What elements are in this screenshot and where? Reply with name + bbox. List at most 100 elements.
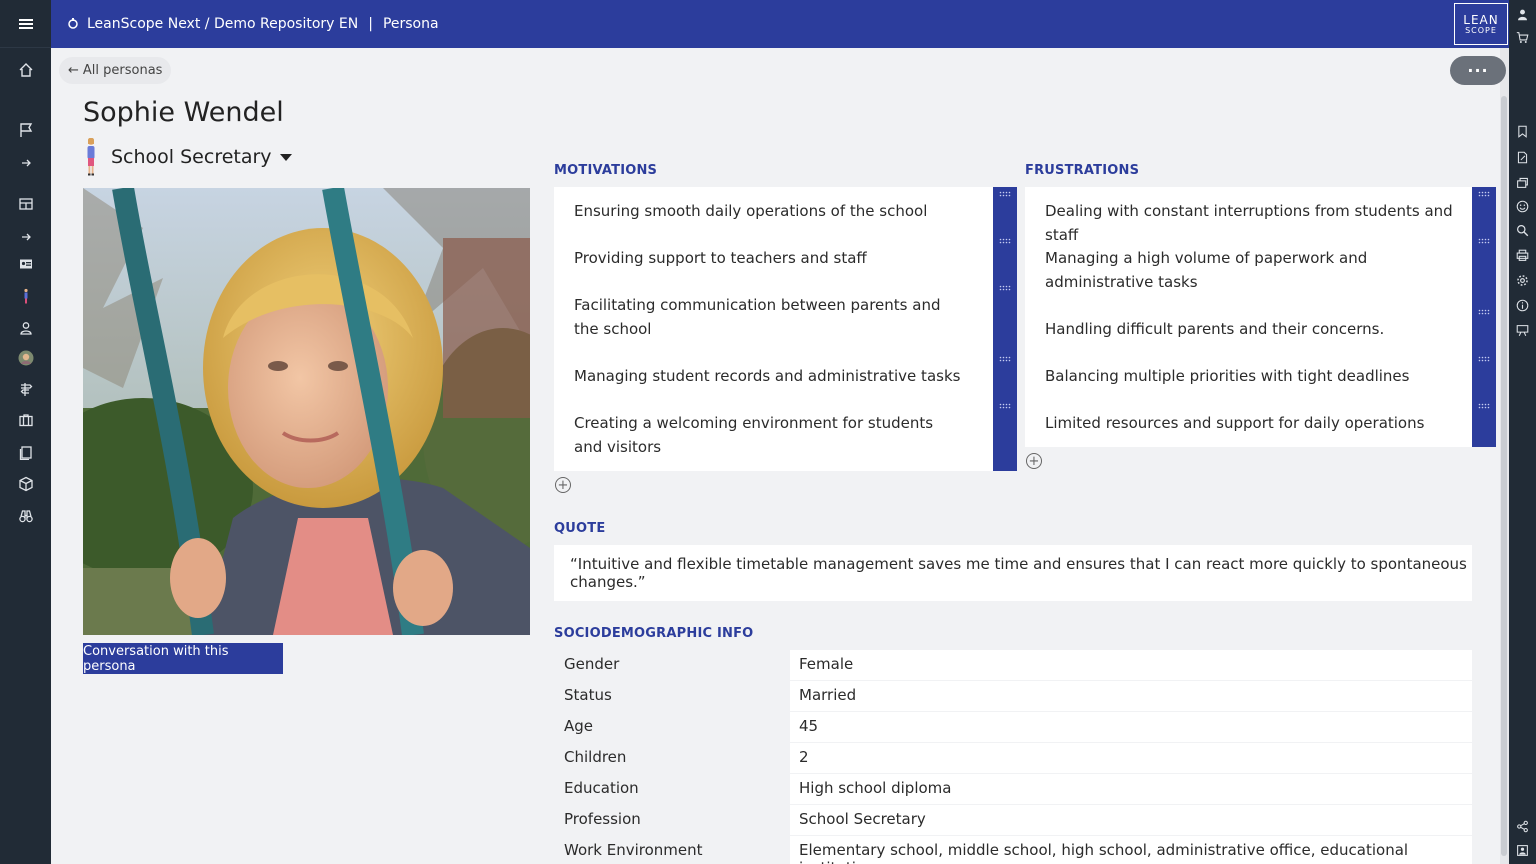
plus-icon: + [1028, 453, 1040, 469]
motivation-item[interactable]: Providing support to teachers and staff [574, 246, 994, 270]
plus-icon: + [557, 477, 569, 493]
sidebar-contacts[interactable] [0, 252, 51, 276]
home-icon [19, 63, 32, 77]
socio-row: Children 2 [554, 743, 1472, 774]
drag-handle-icon[interactable] [999, 285, 1011, 291]
right-search[interactable] [1509, 220, 1536, 240]
socio-value[interactable]: Married [790, 681, 1472, 711]
frustration-item[interactable]: Limited resources and support for daily … [1045, 411, 1470, 435]
share-icon [1517, 820, 1528, 832]
drag-handle-icon[interactable] [1478, 309, 1490, 315]
sidebar-products[interactable] [0, 472, 51, 496]
sidebar-explore[interactable] [0, 504, 51, 528]
caret-down-icon [279, 153, 292, 161]
scrollbar-thumb[interactable] [1501, 96, 1507, 856]
breadcrumb-section[interactable]: Persona [383, 16, 439, 32]
info-icon [1516, 299, 1529, 311]
account-icon [1517, 844, 1528, 856]
drag-handle-icon[interactable] [1478, 403, 1490, 409]
right-user[interactable] [1509, 4, 1536, 24]
add-motivation-button[interactable]: + [555, 477, 571, 493]
sidebar-documents[interactable] [0, 440, 51, 464]
socio-title: SOCIODEMOGRAPHIC INFO [554, 626, 754, 641]
right-info[interactable] [1509, 295, 1536, 315]
sidebar-boards[interactable] [0, 192, 51, 216]
persona-figure-icon [87, 138, 95, 176]
binoculars-icon [18, 510, 33, 523]
back-link-label: All personas [82, 63, 163, 78]
sidebar-goals[interactable] [0, 118, 51, 142]
menu-button[interactable] [0, 0, 51, 48]
drag-handle-icon[interactable] [1478, 238, 1490, 244]
persona-role-selector[interactable]: School Secretary [83, 138, 292, 176]
frustration-item[interactable]: Dealing with constant interruptions from… [1045, 199, 1470, 247]
right-account[interactable] [1509, 840, 1536, 860]
document-icon [19, 446, 32, 460]
right-share[interactable] [1509, 816, 1536, 836]
motivation-item[interactable]: Ensuring smooth daily operations of the … [574, 199, 994, 223]
motivation-item[interactable]: Facilitating communication between paren… [574, 293, 954, 341]
breadcrumb-repository[interactable]: LeanScope Next / Demo Repository EN [87, 16, 358, 32]
cart-icon [1516, 31, 1529, 43]
leanscope-logo[interactable]: LEAN SCOPE [1454, 3, 1508, 45]
frustration-item[interactable]: Managing a high volume of paperwork and … [1045, 246, 1455, 294]
socio-value[interactable]: Female [790, 650, 1472, 680]
right-print[interactable] [1509, 245, 1536, 265]
more-options-button[interactable]: ··· [1450, 56, 1506, 85]
quote-text[interactable]: “Intuitive and flexible timetable manage… [554, 545, 1472, 601]
socio-value[interactable]: 2 [790, 743, 1472, 773]
drag-handle-icon[interactable] [999, 238, 1011, 244]
user-icon [1518, 9, 1527, 20]
drag-handle-icon[interactable] [999, 403, 1011, 409]
add-frustration-button[interactable]: + [1026, 453, 1042, 469]
socio-value[interactable]: School Secretary [790, 805, 1472, 835]
back-to-personas-link[interactable]: ← All personas [59, 57, 172, 84]
conversation-button[interactable]: Conversation with this persona [83, 643, 283, 674]
socio-key: Children [564, 748, 627, 766]
right-presentation[interactable] [1509, 320, 1536, 340]
socio-value[interactable]: High school diploma [790, 774, 1472, 804]
motivation-item[interactable]: Managing student records and administrat… [574, 364, 994, 388]
sidebar-expand-boards[interactable] [0, 225, 51, 249]
right-bookmark[interactable] [1509, 121, 1536, 141]
page-scrollbar[interactable] [1500, 48, 1509, 864]
socio-value[interactable]: 45 [790, 712, 1472, 742]
right-feedback[interactable] [1509, 196, 1536, 216]
sidebar-expand-goals[interactable] [0, 151, 51, 175]
socio-key: Gender [564, 655, 620, 673]
sidebar-avatar[interactable] [0, 346, 51, 370]
quote-title: QUOTE [554, 521, 606, 536]
search-icon [1517, 224, 1529, 236]
socio-row: Age 45 [554, 712, 1472, 743]
motivations-drag-column [993, 187, 1017, 471]
frustration-item[interactable]: Balancing multiple priorities with tight… [1045, 364, 1470, 388]
frustrations-title: FRUSTRATIONS [1025, 163, 1140, 178]
right-toolbar [1509, 0, 1536, 864]
socio-row: Work Environment Elementary school, midd… [554, 836, 1472, 864]
right-cart[interactable] [1509, 27, 1536, 47]
sidebar-journeys[interactable] [0, 377, 51, 401]
right-layers[interactable] [1509, 172, 1536, 192]
right-settings[interactable] [1509, 270, 1536, 290]
frustrations-list: Dealing with constant interruptions from… [1025, 187, 1496, 447]
sidebar-home[interactable] [0, 58, 51, 82]
sidebar-persona-figure[interactable] [0, 284, 51, 308]
drag-handle-icon[interactable] [999, 356, 1011, 362]
drag-handle-icon[interactable] [1478, 191, 1490, 197]
motivation-item[interactable]: Creating a welcoming environment for stu… [574, 411, 954, 459]
arrow-left-icon: ← [68, 63, 79, 78]
right-edit-doc[interactable] [1509, 147, 1536, 167]
drag-handle-icon[interactable] [1478, 356, 1490, 362]
gear-icon [1517, 274, 1528, 286]
sidebar-portfolio[interactable] [0, 408, 51, 432]
cube-icon [18, 476, 33, 492]
drag-handle-icon[interactable] [999, 191, 1011, 197]
socio-key: Education [564, 779, 639, 797]
hamburger-menu-icon [18, 18, 33, 29]
top-header: LeanScope Next / Demo Repository EN | Pe… [51, 0, 1509, 48]
frustration-item[interactable]: Handling difficult parents and their con… [1045, 317, 1470, 341]
socio-key: Work Environment [564, 841, 703, 859]
sidebar-user[interactable] [0, 316, 51, 340]
logo-line1: LEAN [1463, 12, 1499, 27]
socio-value[interactable]: Elementary school, middle school, high s… [790, 836, 1472, 864]
